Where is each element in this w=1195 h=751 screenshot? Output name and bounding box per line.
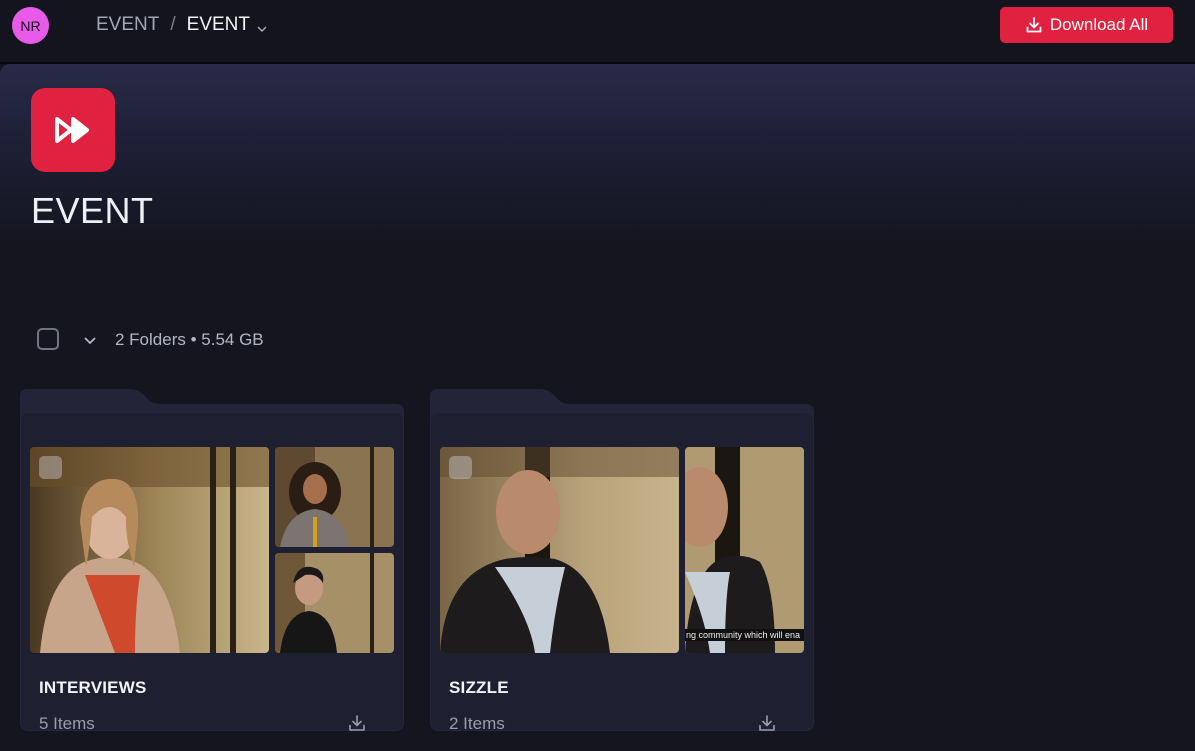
select-all-checkbox[interactable] xyxy=(37,328,59,350)
top-bar: NR EVENT / EVENT Download All xyxy=(0,0,1195,64)
breadcrumb-item-current[interactable]: EVENT xyxy=(187,14,250,36)
download-all-button[interactable]: Download All xyxy=(1000,7,1173,43)
chevron-down-icon[interactable] xyxy=(256,19,268,33)
video-caption: ng community which will ena xyxy=(685,629,804,641)
download-icon[interactable] xyxy=(757,713,777,733)
thumbnail-main[interactable] xyxy=(440,447,679,653)
thumbnail-side[interactable] xyxy=(275,553,394,653)
breadcrumb-item-root[interactable]: EVENT xyxy=(96,14,159,36)
page-title: EVENT xyxy=(31,190,154,231)
thumbnail-main[interactable] xyxy=(30,447,269,653)
fast-forward-icon xyxy=(31,88,115,172)
chevron-down-icon[interactable] xyxy=(82,332,98,348)
folder-card-body: INTERVIEWS 5 Items xyxy=(20,412,404,733)
thumbnail-side[interactable]: ng community which will ena xyxy=(685,447,804,653)
download-icon xyxy=(1026,17,1042,33)
folder-name: SIZZLE xyxy=(449,678,509,697)
folder-name: INTERVIEWS xyxy=(39,678,147,697)
breadcrumb: EVENT / EVENT xyxy=(96,13,268,37)
download-all-label: Download All xyxy=(1049,15,1149,34)
user-avatar[interactable]: NR xyxy=(12,7,49,44)
download-icon[interactable] xyxy=(347,713,367,733)
breadcrumb-separator: / xyxy=(170,14,176,35)
hero-background xyxy=(0,64,1195,244)
thumbnail-checkbox[interactable] xyxy=(39,456,62,479)
folder-summary: 2 Folders • 5.54 GB xyxy=(115,330,264,349)
folder-card-interviews[interactable]: INTERVIEWS 5 Items xyxy=(20,388,404,733)
thumbnail-checkbox[interactable] xyxy=(449,456,472,479)
folder-card-sizzle[interactable]: ng community which will ena SIZZLE 2 Ite… xyxy=(430,388,814,733)
folder-item-count: 5 Items xyxy=(39,714,95,733)
thumbnail-side[interactable] xyxy=(275,447,394,547)
folder-card-body: ng community which will ena SIZZLE 2 Ite… xyxy=(430,412,814,733)
folder-item-count: 2 Items xyxy=(449,714,505,733)
